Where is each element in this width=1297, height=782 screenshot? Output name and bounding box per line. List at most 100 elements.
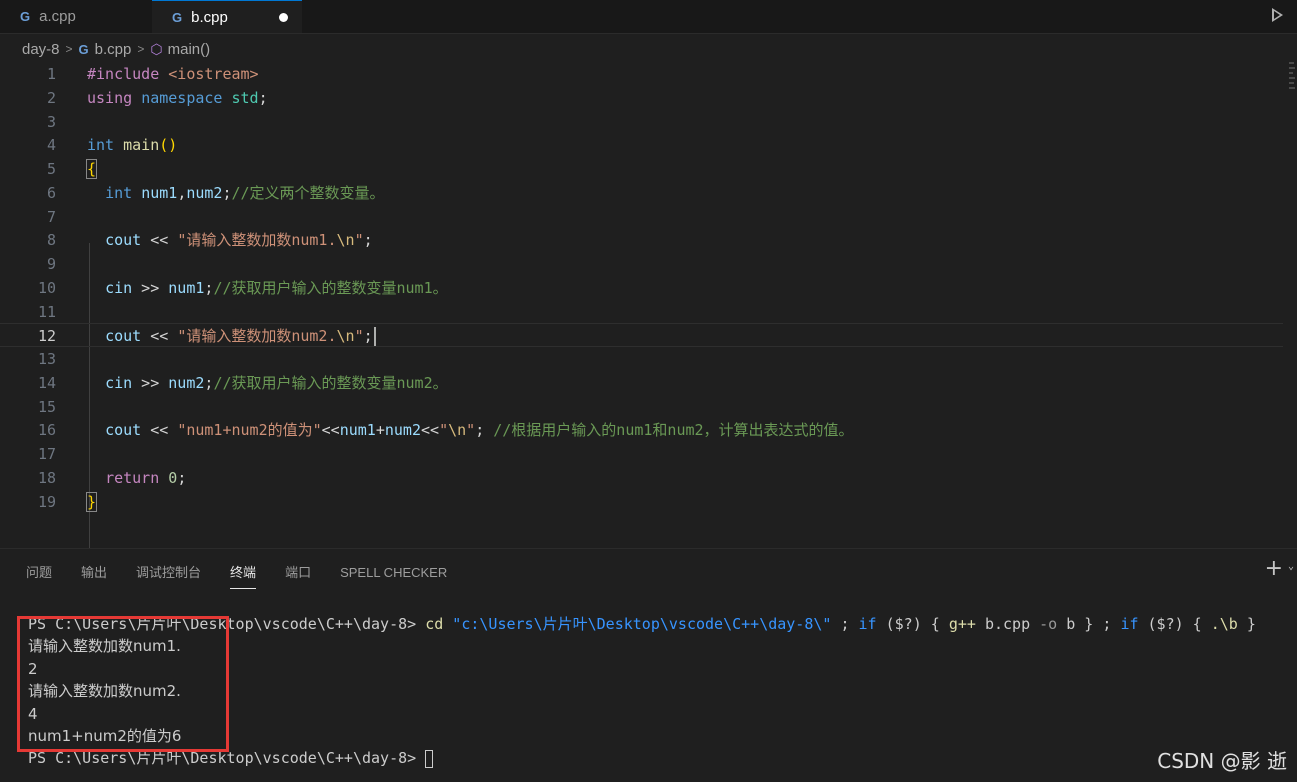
terminal-prompt: PS C:\Users\片片叶\Desktop\vscode\C++\day-8… [28,749,426,768]
token: using [87,89,133,107]
token: num2 [168,374,205,392]
line-number: 1 [46,65,56,83]
code-line[interactable]: 11 [0,300,1283,324]
token: () [159,136,178,154]
token: cout [105,327,142,345]
token: << [321,421,340,439]
token: #include [87,65,160,83]
token: >> [132,279,169,297]
tab-spell-checker[interactable]: SPELL CHECKER [340,563,447,585]
code-line[interactable]: 9 [0,252,1283,276]
token: << [141,231,178,249]
run-icon[interactable] [1271,7,1285,23]
code-line[interactable]: 19 } [0,490,1283,514]
code-line[interactable]: 16 cout << "num1+num2的值为"<<num1+num2<<"\… [0,418,1283,442]
code-line[interactable]: 14 cin >> num2;//获取用户输入的整数变量num2。 [0,371,1283,395]
token: .\b [1210,615,1238,633]
code-line[interactable]: 4 int main() [0,133,1283,157]
token: "请输入整数加数num2. [177,327,337,345]
token: std [231,89,259,107]
code-line-current[interactable]: 12 cout << "请输入整数加数num2.\n"; [0,323,1283,347]
code-line[interactable]: 13 [0,347,1283,371]
line-number: 7 [46,208,56,226]
cpp-file-icon: G [20,9,31,24]
code-line[interactable]: 2 using namespace std; [0,86,1283,110]
token: //根据用户输入的num1和num2，计算出表达式的值。 [493,421,854,439]
line-number: 15 [37,398,56,416]
token: -o [1039,615,1058,633]
token: ; [475,421,494,439]
token: cd [425,615,444,633]
code-editor[interactable]: 1 #include <iostream> 2 using namespace … [0,62,1297,565]
token: ; [363,327,373,345]
token: ; [831,615,859,633]
add-terminal-icon[interactable]: + [1265,558,1283,580]
token: //获取用户输入的整数变量num2。 [213,374,448,392]
token: , [177,184,187,202]
token: ($?) { [1138,615,1211,633]
tab-ports[interactable]: 端口 [285,563,311,585]
token: { [85,159,98,179]
token: " [466,421,476,439]
code-line[interactable]: 7 [0,205,1283,229]
tab-a-cpp[interactable]: G a.cpp [0,0,152,33]
tab-output[interactable]: 输出 [81,563,107,585]
minimap[interactable] [1289,62,1295,102]
token: num1 [168,279,205,297]
line-number: 2 [46,89,56,107]
chevron-down-icon[interactable]: ⌄ [1288,561,1294,572]
breadcrumb: day-8 > G b.cpp > ⬡ main() [22,38,210,60]
line-number: 3 [46,113,56,131]
line-number: 11 [37,303,56,321]
panel-tabs: 问题 输出 调试控制台 终端 端口 SPELL CHECKER [26,563,476,589]
code-line[interactable]: 1 #include <iostream> [0,62,1283,86]
token: " [439,421,449,439]
line-number: 8 [46,231,56,249]
editor-tab-bar: G a.cpp G b.cpp [0,0,1297,34]
token: cout [105,231,142,249]
line-number: 9 [46,255,56,273]
code-line[interactable]: 10 cin >> num1;//获取用户输入的整数变量num1。 [0,276,1283,300]
code-line[interactable]: 8 cout << "请输入整数加数num1.\n"; [0,228,1283,252]
code-line[interactable]: 15 [0,395,1283,419]
token: ($?) { [876,615,949,633]
token: num1 [339,421,376,439]
token: return [105,469,160,487]
code-line[interactable]: 17 [0,442,1283,466]
token: main [123,136,160,154]
breadcrumb-symbol[interactable]: main() [168,41,211,58]
tab-label: a.cpp [39,8,76,25]
breadcrumb-file[interactable]: b.cpp [95,41,132,58]
tab-problems[interactable]: 问题 [26,563,52,585]
token: << [141,421,178,439]
line-number: 6 [46,184,56,202]
line-number: 13 [37,350,56,368]
unsaved-dot-icon[interactable] [279,13,288,22]
tab-b-cpp[interactable]: G b.cpp [152,0,302,33]
token: namespace [141,89,223,107]
tab-debug-console[interactable]: 调试控制台 [136,563,201,585]
token: b } ; [1057,615,1121,633]
breadcrumb-folder[interactable]: day-8 [22,41,60,58]
token: << [141,327,178,345]
token: } [85,492,98,512]
token: "请输入整数加数num1. [177,231,337,249]
code-line[interactable]: 18 return 0; [0,466,1283,490]
token: ; [222,184,232,202]
token: //定义两个整数变量。 [231,184,385,202]
token: num1 [141,184,178,202]
token: int [87,136,115,154]
token: } [1237,615,1256,633]
token: >> [132,374,169,392]
terminal-cursor [425,749,434,768]
line-number: 12 [37,327,56,345]
code-line[interactable]: 3 [0,110,1283,134]
line-number: 10 [37,279,56,297]
code-line[interactable]: 6 int num1,num2;//定义两个整数变量。 [0,181,1283,205]
code-line[interactable]: 5 { [0,157,1283,181]
tab-terminal[interactable]: 终端 [230,563,257,589]
line-number: 18 [37,469,56,487]
line-number: 19 [37,493,56,511]
token: ; [177,469,187,487]
token: <iostream> [168,65,259,83]
